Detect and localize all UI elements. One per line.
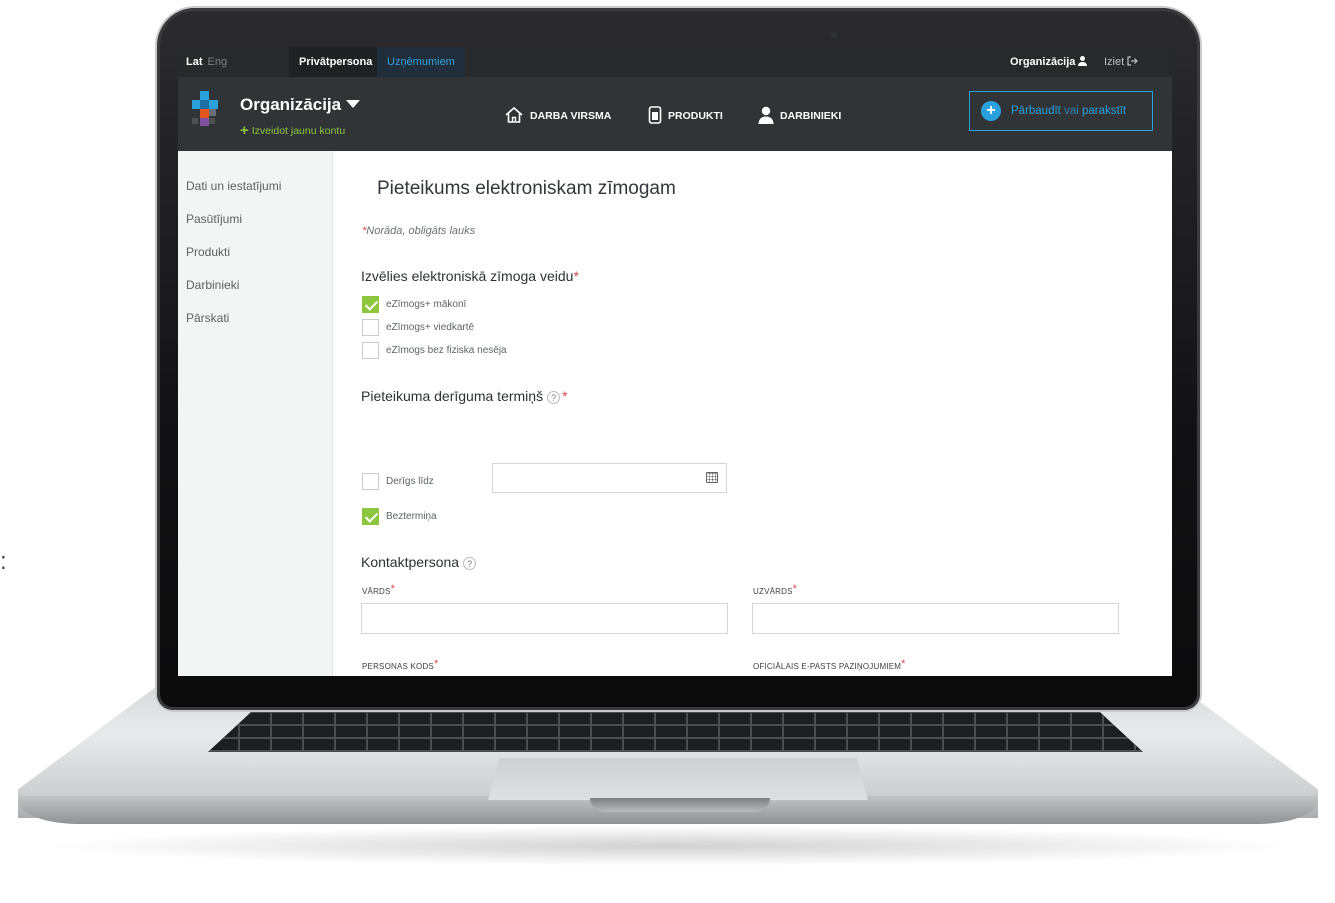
- top-org-menu[interactable]: Organizācija: [1010, 56, 1088, 68]
- required-marker: *: [562, 388, 568, 404]
- cta-verify-label: Pārbaudīt: [1011, 105, 1061, 117]
- laptop-shadow: [40, 826, 1300, 866]
- home-icon: [505, 106, 523, 123]
- top-bar: Lat Eng Privātpersona Uzņēmumiem Organizā…: [178, 47, 1172, 77]
- sidebar-item-products[interactable]: Produkti: [186, 245, 230, 259]
- valid-until-label: Derīgs līdz: [386, 476, 434, 487]
- checkbox-smartcard[interactable]: [362, 319, 379, 336]
- last-name-input[interactable]: [752, 603, 1119, 634]
- segment-business[interactable]: Uzņēmumiem: [377, 47, 465, 77]
- first-name-label-text: VĀRDS: [362, 587, 391, 596]
- language-switcher: Lat Eng: [186, 56, 227, 68]
- create-account-label: Izveidot jaunu kontu: [251, 125, 346, 137]
- application-form: Pieteikums elektroniskam zīmogam *Norāda…: [333, 151, 1172, 676]
- caret-down-icon: [346, 100, 361, 108]
- plus-icon: +: [240, 122, 249, 139]
- first-name-label: VĀRDS*: [362, 583, 395, 596]
- user-icon: [1078, 56, 1088, 66]
- valid-until-date-input[interactable]: [492, 463, 727, 493]
- sidebar-item-orders[interactable]: Pasūtījumi: [186, 212, 242, 226]
- seal-option-smartcard-label: eZīmogs+ viedkartē: [386, 322, 475, 333]
- segment-private[interactable]: Privātpersona: [289, 47, 383, 77]
- exit-label: Iziet: [1104, 56, 1125, 68]
- last-name-label: UZVĀRDS*: [753, 583, 797, 596]
- cta-connector-label: vai: [1064, 105, 1079, 117]
- sidebar-item-reports[interactable]: Pārskati: [186, 311, 229, 325]
- brand-logo[interactable]: [192, 91, 226, 133]
- user-icon: [758, 106, 774, 124]
- seal-option-cloud-label: eZīmogs+ mākonī: [386, 299, 467, 310]
- help-icon[interactable]: ?: [547, 391, 561, 404]
- top-org-label: Organizācija: [1010, 56, 1076, 68]
- checkbox-unlimited[interactable]: [362, 508, 379, 525]
- personal-code-label: PERSONAS KODS*: [362, 658, 438, 671]
- email-label-text: OFICIĀLAIS E-PASTS PAZIŅOJUMIEM: [753, 662, 902, 671]
- checkbox-no-medium[interactable]: [362, 342, 379, 359]
- seal-type-title: Izvēlies elektroniskā zīmoga veidu*: [361, 268, 579, 284]
- laptop-notch: [590, 798, 770, 812]
- sidebar-item-staff[interactable]: Darbinieki: [186, 278, 239, 292]
- last-name-label-text: UZVĀRDS: [753, 587, 793, 596]
- org-name-label: Organizācija: [240, 95, 342, 114]
- seal-option-no-medium-label: eZīmogs bez fiziska nesēja: [386, 345, 507, 356]
- lang-lat[interactable]: Lat: [186, 56, 203, 68]
- device-icon: [648, 106, 662, 124]
- required-note-text: Norāda, obligāts lauks: [366, 225, 476, 237]
- required-note: *Norāda, obligāts lauks: [362, 225, 475, 237]
- webcam: [831, 32, 837, 38]
- org-switcher[interactable]: Organizācija: [240, 95, 361, 115]
- page-title: Pieteikums elektroniskam zīmogam: [377, 178, 676, 199]
- required-marker: *: [901, 658, 906, 670]
- validity-title: Pieteikuma derīguma termiņš? *: [361, 388, 568, 404]
- unlimited-label: Beztermiņa: [386, 511, 437, 522]
- nav-staff[interactable]: DARBINIEKI: [758, 106, 841, 124]
- personal-code-label-text: PERSONAS KODS: [362, 662, 434, 671]
- calendar-icon[interactable]: [706, 472, 718, 483]
- plus-circle-icon: +: [981, 101, 1001, 121]
- required-marker: *: [792, 583, 798, 595]
- lang-eng[interactable]: Eng: [208, 56, 228, 68]
- checkbox-cloud[interactable]: [362, 296, 379, 313]
- exit-icon: [1127, 56, 1139, 66]
- sidebar-item-settings[interactable]: Dati un iestatījumi: [186, 179, 281, 193]
- contact-title: Kontaktpersona?: [361, 554, 478, 570]
- laptop-trackpad: [488, 758, 868, 800]
- nav-dashboard-label: DARBA VIRSMA: [530, 110, 612, 122]
- cta-sign-label: parakstīt: [1081, 105, 1127, 117]
- validity-title-text: Pieteikuma derīguma termiņš: [361, 388, 544, 404]
- nav-staff-label: DARBINIEKI: [780, 110, 842, 122]
- seal-type-title-text: Izvēlies elektroniskā zīmoga veidu: [361, 268, 574, 284]
- contact-title-text: Kontaktpersona: [361, 554, 460, 570]
- stray-colon: :: [0, 548, 7, 575]
- nav-products[interactable]: PRODUKTI: [648, 106, 723, 124]
- required-marker: *: [390, 583, 396, 595]
- main-navbar: Organizācija + Izveidot jaunu kontu DARBA…: [178, 77, 1172, 152]
- laptop-screen: Lat Eng Privātpersona Uzņēmumiem Organizā…: [178, 47, 1172, 676]
- verify-or-sign-button[interactable]: + Pārbaudīt vai parakstīt: [969, 91, 1153, 131]
- first-name-input[interactable]: [361, 603, 728, 634]
- checkbox-valid-until[interactable]: [362, 473, 379, 490]
- cta-text: Pārbaudīt vai parakstīt: [1011, 105, 1126, 117]
- email-label: OFICIĀLAIS E-PASTS PAZIŅOJUMIEM*: [753, 658, 906, 671]
- required-marker: *: [433, 658, 439, 670]
- exit-button[interactable]: Iziet: [1104, 56, 1139, 68]
- nav-products-label: PRODUKTI: [668, 110, 723, 122]
- create-account-link[interactable]: + Izveidot jaunu kontu: [240, 122, 345, 139]
- nav-dashboard[interactable]: DARBA VIRSMA: [504, 106, 611, 124]
- help-icon[interactable]: ?: [463, 557, 477, 570]
- sidebar: Dati un iestatījumi Pasūtījumi Produkti …: [178, 151, 333, 676]
- required-marker: *: [573, 268, 579, 284]
